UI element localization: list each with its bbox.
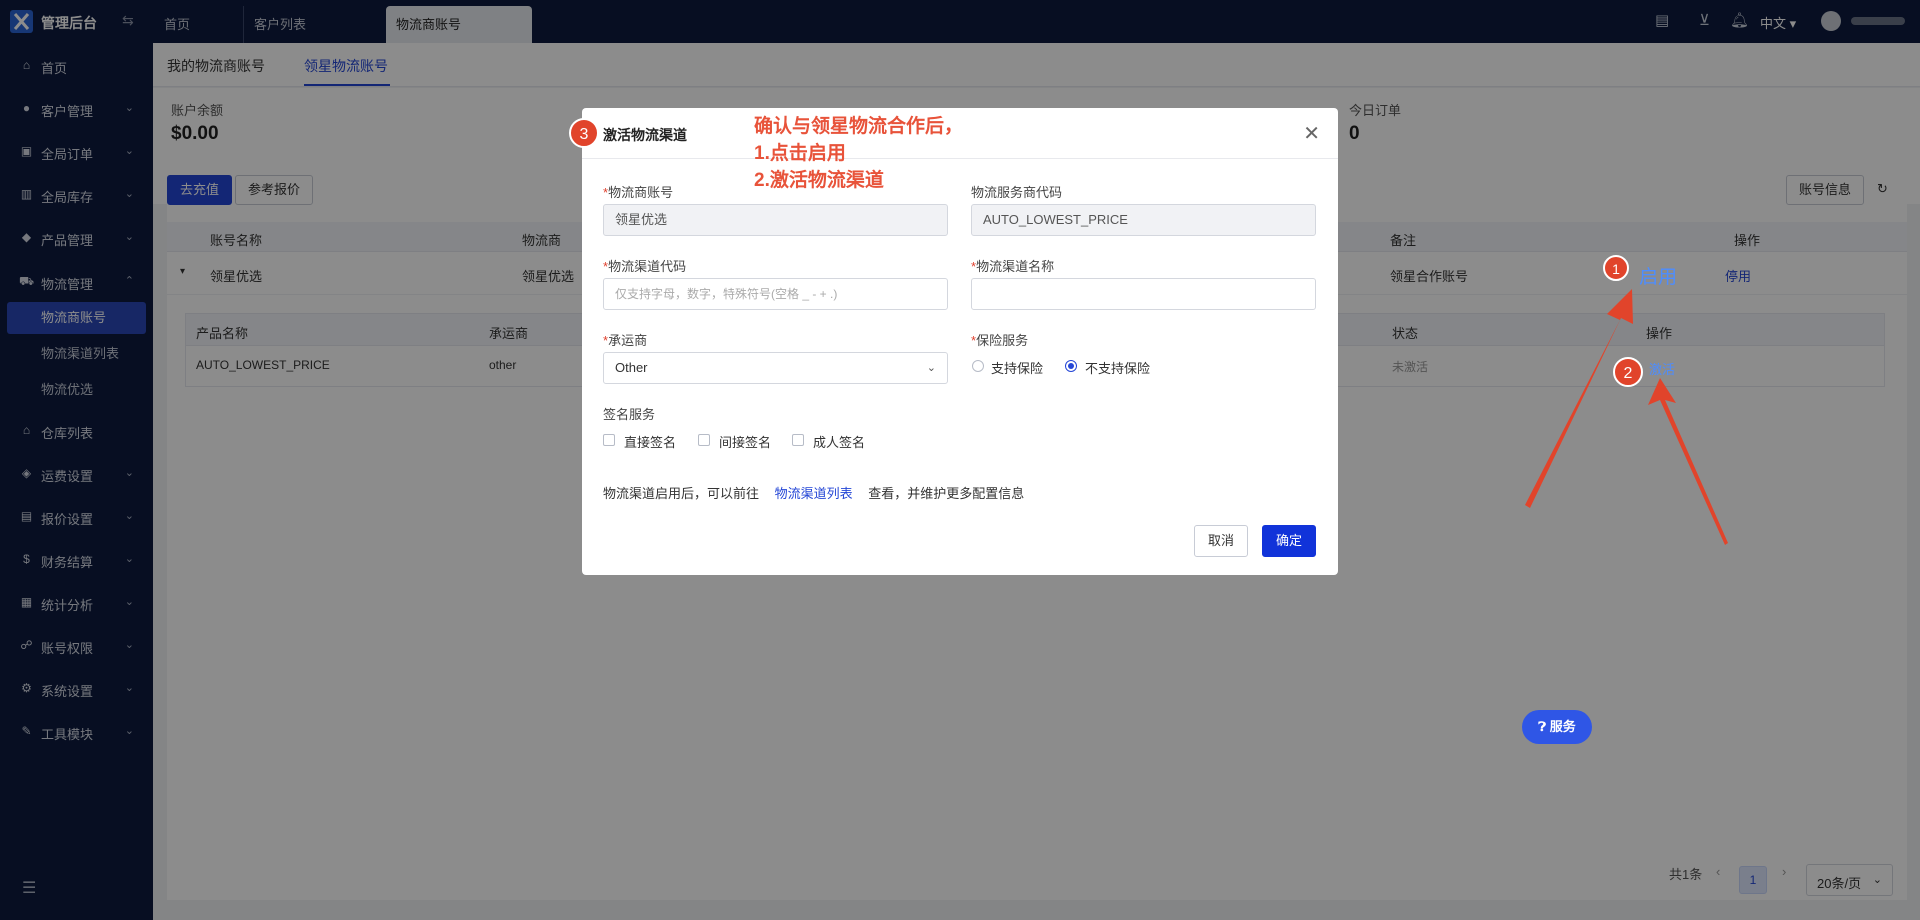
confirm-button[interactable]: 确定: [1262, 525, 1316, 557]
step-badge-2: 2: [1613, 357, 1643, 387]
instruction-annotation: 确认与领星物流合作后， 1.点击启用 2.激活物流渠道: [754, 116, 964, 191]
channel-name-label: *物流渠道名称: [971, 259, 1055, 274]
account-field[interactable]: 领星优选: [603, 204, 948, 236]
cancel-button[interactable]: 取消: [1194, 525, 1248, 557]
carrier-label: *承运商: [603, 333, 648, 348]
signature-indirect-checkbox[interactable]: [698, 434, 710, 446]
arrow-to-enable: [1525, 289, 1633, 508]
channel-name-input[interactable]: [971, 278, 1316, 310]
close-icon[interactable]: ✕: [1303, 121, 1320, 146]
signature-label: 签名服务: [603, 407, 656, 422]
insurance-yes-label[interactable]: 支持保险: [991, 358, 1043, 377]
channel-code-input[interactable]: 仅支持字母，数字，特殊符号(空格 _ - + .): [603, 278, 948, 310]
step-badge-1: 1: [1603, 255, 1629, 281]
account-label: *物流商账号: [603, 185, 674, 200]
signature-direct-label[interactable]: 直接签名: [624, 432, 676, 451]
signature-adult-checkbox[interactable]: [792, 434, 804, 446]
signature-direct-checkbox[interactable]: [603, 434, 615, 446]
insurance-label: *保险服务: [971, 333, 1029, 348]
hint-text: 物流渠道启用后，可以前往 物流渠道列表 查看，并维护更多配置信息: [603, 486, 1025, 501]
channel-list-link[interactable]: 物流渠道列表: [775, 486, 853, 501]
insurance-no-label[interactable]: 不支持保险: [1085, 358, 1150, 377]
carrier-select[interactable]: Other ⌄: [603, 352, 948, 384]
channel-code-label: *物流渠道代码: [603, 259, 687, 274]
chevron-down-icon: ⌄: [926, 362, 936, 374]
dialog-title: 激活物流渠道: [603, 127, 687, 143]
provider-code-field[interactable]: AUTO_LOWEST_PRICE: [971, 204, 1316, 236]
signature-indirect-label[interactable]: 间接签名: [719, 432, 771, 451]
signature-adult-label[interactable]: 成人签名: [813, 432, 865, 451]
step-badge-3: 3: [569, 118, 599, 148]
arrow-to-activate: [1648, 378, 1728, 545]
insurance-yes-radio[interactable]: [972, 360, 984, 372]
provider-code-label: 物流服务商代码: [971, 185, 1063, 200]
insurance-no-radio[interactable]: [1065, 360, 1077, 372]
